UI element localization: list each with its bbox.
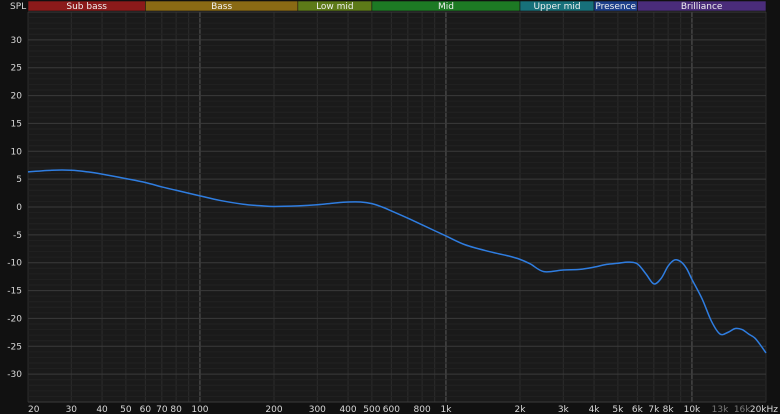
grid xyxy=(27,11,767,403)
x-tick-30: 30 xyxy=(66,405,78,414)
x-tick-16k: 16k xyxy=(734,405,751,414)
y-axis-label: SPL xyxy=(10,2,26,12)
y-tick-30: 30 xyxy=(11,36,23,46)
y-tick--30: -30 xyxy=(7,370,22,380)
y-tick--25: -25 xyxy=(7,342,22,352)
band-label-5: Presence xyxy=(595,2,636,12)
y-tick-25: 25 xyxy=(11,64,22,74)
x-tick-100: 100 xyxy=(191,405,208,414)
x-tick-20kHz: 20kHz xyxy=(750,405,778,414)
x-tick-40: 40 xyxy=(96,405,108,414)
band-label-0: Sub bass xyxy=(66,2,107,12)
y-tick--5: -5 xyxy=(13,231,22,241)
x-tick-80: 80 xyxy=(170,405,182,414)
x-tick-13k: 13k xyxy=(712,405,729,414)
x-tick-3k: 3k xyxy=(558,405,570,414)
band-label-1: Bass xyxy=(211,2,232,12)
y-tick-0: 0 xyxy=(16,203,22,213)
x-tick-400: 400 xyxy=(339,405,356,414)
y-tick-10: 10 xyxy=(11,147,23,157)
y-tick--15: -15 xyxy=(7,287,22,297)
x-tick-600: 600 xyxy=(383,405,400,414)
x-tick-300: 300 xyxy=(309,405,326,414)
frequency-bands: Sub bass Bass Low mid Mid Upper mid Presence B… xyxy=(27,0,767,12)
x-tick-20: 20 xyxy=(28,405,40,414)
x-tick-7k: 7k xyxy=(648,405,660,414)
x-tick-6k: 6k xyxy=(632,405,644,414)
x-tick-10k: 10k xyxy=(684,405,701,414)
chart-svg: SPL Sub bass Bass Low mid Mid Upper mid Prese… xyxy=(7,0,778,414)
y-tick-15: 15 xyxy=(11,119,22,129)
x-tick-50: 50 xyxy=(120,405,132,414)
y-tick-5: 5 xyxy=(16,175,22,185)
x-tick-70: 70 xyxy=(156,405,168,414)
x-tick-2k: 2k xyxy=(515,405,527,414)
y-tick--20: -20 xyxy=(7,314,22,324)
band-label-4: Upper mid xyxy=(533,2,580,12)
frequency-response-chart: SPL Sub bass Bass Low mid Mid Upper mid Prese… xyxy=(0,0,780,414)
band-label-2: Low mid xyxy=(316,2,354,12)
x-tick-8k: 8k xyxy=(663,405,675,414)
y-tick-20: 20 xyxy=(11,92,23,102)
y-ticks: 30 25 20 15 10 5 0 -5 -10 -15 -20 -25 -30 xyxy=(7,36,22,380)
band-label-3: Mid xyxy=(438,2,454,12)
band-label-6: Brilliance xyxy=(681,2,723,12)
x-tick-4k: 4k xyxy=(589,405,601,414)
x-ticks: 20 30 40 50 60 70 80 100 200 300 400 500 600 800 1k 2k 3… xyxy=(28,405,778,414)
x-tick-500: 500 xyxy=(363,405,380,414)
y-tick--10: -10 xyxy=(7,259,22,269)
x-tick-60: 60 xyxy=(140,405,152,414)
x-tick-200: 200 xyxy=(265,405,282,414)
x-tick-5k: 5k xyxy=(612,405,624,414)
x-tick-800: 800 xyxy=(414,405,431,414)
x-tick-1k: 1k xyxy=(440,405,452,414)
